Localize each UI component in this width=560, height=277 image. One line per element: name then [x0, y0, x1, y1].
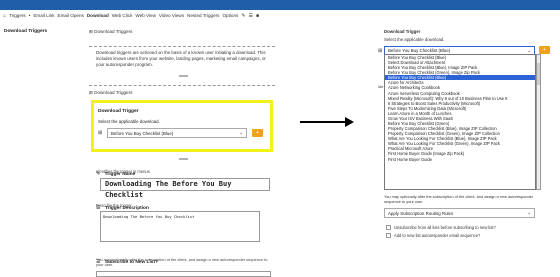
nav-item-video-views[interactable]: Video Views	[159, 13, 184, 18]
trigger-name-help: Identifies the trigger in menus.	[96, 169, 151, 174]
highlight-box: Download Trigger Select the applicable d…	[91, 100, 273, 152]
nav-item-web-click[interactable]: Web Click	[112, 13, 133, 18]
edit-icon[interactable]: ✎	[241, 13, 245, 19]
nav-item-web-view[interactable]: Web View	[135, 13, 156, 18]
nav-item-options[interactable]: Options	[222, 13, 238, 18]
top-bar	[0, 0, 560, 10]
add-button[interactable]: +	[539, 46, 550, 54]
trigger-description-textarea[interactable]: Downloading The Before You Buy Checklist	[100, 211, 260, 242]
list-icon[interactable]: ☰	[249, 13, 253, 19]
subscribe-help: You may optionally alter the subscriptio…	[96, 257, 268, 267]
arrow-line	[300, 121, 348, 123]
expand-icon[interactable]: ⊞	[98, 130, 102, 136]
download-trigger-label: Download Trigger	[98, 109, 139, 114]
autoresponder-checkbox[interactable]	[386, 233, 391, 238]
nav-separator: •	[28, 13, 31, 18]
arrow-head-icon	[345, 117, 354, 127]
nav-item-email-link[interactable]: Email Link	[33, 13, 54, 18]
trigger-name-input[interactable]: Downloading The Before You Buy Checklist	[100, 178, 270, 199]
chevron-down-icon: ⌄	[239, 130, 243, 135]
unsubscribe-checkbox-row[interactable]: Unsubscribe from all lists before subscr…	[386, 225, 496, 230]
scrollbar[interactable]	[536, 54, 541, 190]
scrollbar-thumb[interactable]	[537, 63, 540, 85]
nav-row: ⌂ Triggers • Email Link Email Opens Down…	[0, 11, 560, 20]
option-item[interactable]: First Home Buyer Guide	[385, 157, 535, 162]
autoresponder-checkbox-row[interactable]: Add to new list autoresponder email sequ…	[386, 233, 480, 238]
side-tick: ide	[378, 84, 384, 89]
section-header-2: ⊞ Download Triggers	[89, 90, 133, 95]
routing-select-partial[interactable]	[96, 271, 271, 277]
right-subscribe-help: You may optionally alter the subscriptio…	[384, 194, 534, 204]
add-button[interactable]: +	[252, 129, 263, 137]
download-trigger-help: Select the applicable download.	[98, 119, 160, 124]
nav-item-download[interactable]: Download	[87, 13, 109, 18]
right-download-trigger-label: Download Trigger	[384, 29, 421, 34]
chevron-down-icon: ⌄	[527, 47, 531, 53]
routing-select[interactable]: Apply Subscription Routing Rules ⌄	[384, 208, 535, 218]
right-download-trigger-help: Select the applicable download.	[384, 37, 445, 42]
chevron-down-icon: ⌄	[527, 210, 531, 215]
download-select[interactable]: Before You Buy Checklist (Blue) ⌄	[107, 128, 247, 138]
home-icon[interactable]: ⌂	[3, 13, 6, 19]
page-title: Download Triggers	[4, 29, 48, 34]
unsubscribe-checkbox[interactable]	[386, 225, 391, 230]
nav-item-nested-triggers[interactable]: Nested Triggers	[187, 13, 219, 18]
camera-icon[interactable]: ■	[256, 13, 259, 19]
expand-icon[interactable]: ⊞	[89, 29, 93, 34]
intro-divider: ═══	[178, 73, 189, 78]
intro-text: Download triggers are actioned on the ba…	[96, 50, 266, 67]
expand-icon[interactable]: ⊞	[89, 90, 93, 95]
download-options-list[interactable]: Before You Buy Checklist (Blue) Select Do…	[384, 54, 536, 190]
expand-icon[interactable]: ⊞	[378, 48, 382, 54]
nav-item-triggers[interactable]: Triggers	[9, 13, 26, 18]
nav-item-email-opens[interactable]: Email Opens	[58, 13, 84, 18]
section-header: ⊞ Download Triggers	[89, 29, 133, 34]
trigger-description-help: Describe the trigger.	[96, 203, 133, 208]
